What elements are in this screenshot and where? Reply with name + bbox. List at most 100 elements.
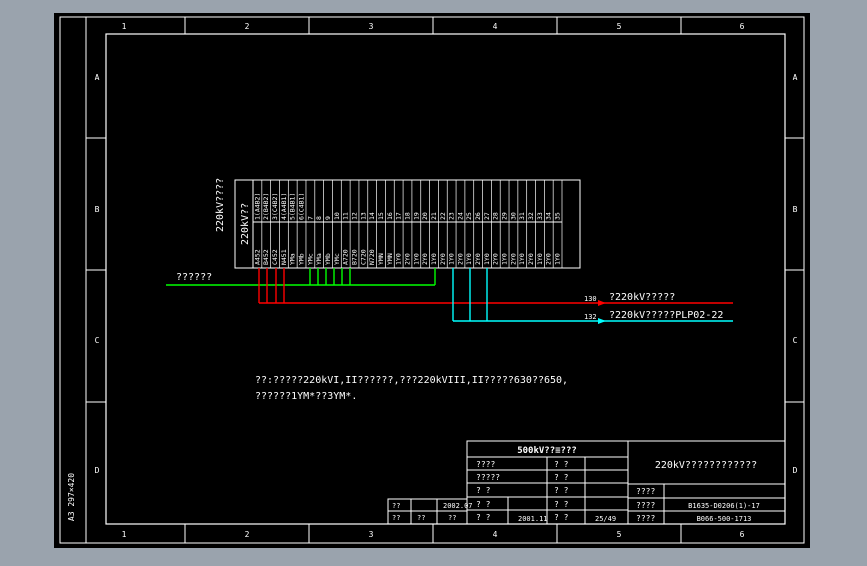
terminal-bottom-label: 1Y0 [554, 253, 562, 265]
tb-code-label-3: ???? [636, 514, 655, 523]
terminal-bottom-label: 2Y0 [492, 253, 500, 265]
tb-mid-row-2: ? ? [554, 473, 569, 482]
terminal-side-title-2: 220kV?? [240, 203, 251, 245]
tb-left-row-3: ? ? [476, 486, 491, 495]
terminal-top-label: 16 [386, 212, 394, 220]
terminal-bottom-label: 2Y0 [527, 253, 535, 265]
tb-left-row-4: ? ? [476, 500, 491, 509]
tb-left-row-5: ? ? [476, 513, 491, 522]
terminal-bottom-label: 1Y0 [518, 253, 526, 265]
terminal-top-label: 21 [430, 212, 438, 220]
col-label-top-5: 5 [617, 22, 622, 31]
terminal-bottom-label: 2Y0 [509, 253, 517, 265]
terminal-bottom-label: 2Y0 [456, 253, 464, 265]
col-label-top-6: 6 [740, 22, 745, 31]
terminal-bottom-label: A452 [253, 249, 261, 265]
tb-mid-row-4: ? ? [554, 500, 569, 509]
terminal-bottom-label: 1Y0 [412, 253, 420, 265]
terminal-bottom-label: YMN [386, 253, 394, 265]
terminal-top-label: 3(C4B2) [271, 193, 279, 220]
terminal-top-label: 25 [465, 212, 473, 220]
col-label-bottom-2: 2 [245, 530, 250, 539]
tb-small-cell-3: ?? [417, 514, 425, 522]
terminal-bottom-label: 2Y0 [403, 253, 411, 265]
terminal-top-label: 33 [536, 212, 544, 220]
row-label-left-c: C [95, 336, 100, 345]
terminal-side-title-1: 220kV???? [215, 178, 226, 232]
row-label-left-b: B [95, 205, 100, 214]
col-label-top-1: 1 [122, 22, 127, 31]
sheet-size-label: A3 297×420 [67, 473, 76, 521]
tb-mid-row-5: ? ? [554, 513, 569, 522]
terminal-top-label: 24 [456, 212, 464, 220]
terminal-top-label: 14 [368, 212, 376, 220]
tb-small-cell-4: ?? [448, 514, 456, 522]
terminal-block: 1(A4B2) 2(B4B2) 3(C4B2) 4(A4B1) 5(B4B1) 6(C4B… [234, 179, 581, 269]
terminal-bottom-label: YMb [324, 253, 332, 265]
row-label-right-d: D [793, 466, 798, 475]
tb-code-label-2: ???? [636, 501, 655, 510]
terminal-top-label: 5(B4B1) [289, 193, 297, 220]
terminal-top-label: 30 [509, 212, 517, 220]
terminal-top-label: 31 [518, 212, 526, 220]
note-line-1: ??:?????220kVI,II??????,???220kVIII,II??… [255, 375, 568, 386]
tb-small-cell-1: ?? [392, 502, 400, 510]
terminal-bottom-label: YMb [297, 253, 305, 265]
cyan-bus-label: ?220kV?????PLP02-22 [609, 310, 723, 321]
terminal-top-label: 1(A4B2) [253, 193, 261, 220]
terminal-bottom-label: 1Y0 [430, 253, 438, 265]
col-label-bottom-6: 6 [740, 530, 745, 539]
terminal-bottom-label: YMa [289, 253, 297, 265]
terminal-top-label: 10 [333, 212, 341, 220]
red-bus-number: 130 [584, 295, 597, 303]
terminal-bottom-label: 2Y0 [421, 253, 429, 265]
terminal-bottom-label: 2Y0 [439, 253, 447, 265]
row-label-left-d: D [95, 466, 100, 475]
tb-left-row-1: ???? [476, 460, 495, 469]
col-label-top-3: 3 [369, 22, 374, 31]
row-label-right-c: C [793, 336, 798, 345]
col-label-bottom-3: 3 [369, 530, 374, 539]
green-bus-label: ?????? [176, 272, 212, 283]
col-label-top-2: 2 [245, 22, 250, 31]
terminal-bottom-label: B452 [262, 249, 270, 265]
cad-drawing-viewport: 1 2 3 4 5 6 1 2 3 4 5 6 A B C D A B C D … [0, 0, 867, 562]
row-label-right-a: A [793, 73, 798, 82]
tb-code-label-1: ???? [636, 487, 655, 496]
tb-date-1: 2002.07 [443, 502, 473, 510]
tb-left-row-2: ????? [476, 473, 500, 482]
tb-sheet-number: 25/49 [595, 515, 616, 523]
terminal-bottom-label: C452 [271, 249, 279, 265]
red-bus-label: ?220kV????? [609, 292, 675, 303]
terminal-top-label: 11 [342, 212, 350, 220]
row-label-right-b: B [793, 205, 798, 214]
terminal-top-label: 8 [315, 216, 323, 220]
terminal-top-label: 2(B4B2) [262, 193, 270, 220]
row-label-left-a: A [95, 73, 100, 82]
terminal-top-label: 19 [412, 212, 420, 220]
terminal-top-label: 27 [483, 212, 491, 220]
terminal-top-label: 9 [324, 216, 332, 220]
terminal-bottom-label: 1Y0 [483, 253, 491, 265]
terminal-top-label: 7 [306, 216, 314, 220]
terminal-top-label: 12 [350, 212, 358, 220]
tb-date-2: 2001.11 [518, 515, 548, 523]
terminal-top-label: 18 [403, 212, 411, 220]
terminal-bottom-label: YMc [306, 253, 314, 265]
terminal-bottom-label: 1Y0 [395, 253, 403, 265]
title-block-drawing-title: 220kV???????????? [655, 460, 757, 471]
terminal-top-label: 22 [439, 212, 447, 220]
terminal-bottom-label: 1Y0 [448, 253, 456, 265]
terminal-bottom-label: A720 [342, 249, 350, 265]
terminal-bottom-label: 1Y0 [465, 253, 473, 265]
terminal-top-label: 26 [474, 212, 482, 220]
terminal-bottom-label: 2Y0 [545, 253, 553, 265]
wiring-diagram-sheet: 1 2 3 4 5 6 1 2 3 4 5 6 A B C D A B C D … [0, 0, 867, 562]
terminal-top-label: 28 [492, 212, 500, 220]
tb-mid-row-3: ? ? [554, 486, 569, 495]
terminal-top-label: 34 [545, 212, 553, 220]
terminal-top-label: 23 [448, 212, 456, 220]
col-label-bottom-1: 1 [122, 530, 127, 539]
col-label-bottom-4: 4 [493, 530, 498, 539]
terminal-bottom-label: 1Y0 [501, 253, 509, 265]
